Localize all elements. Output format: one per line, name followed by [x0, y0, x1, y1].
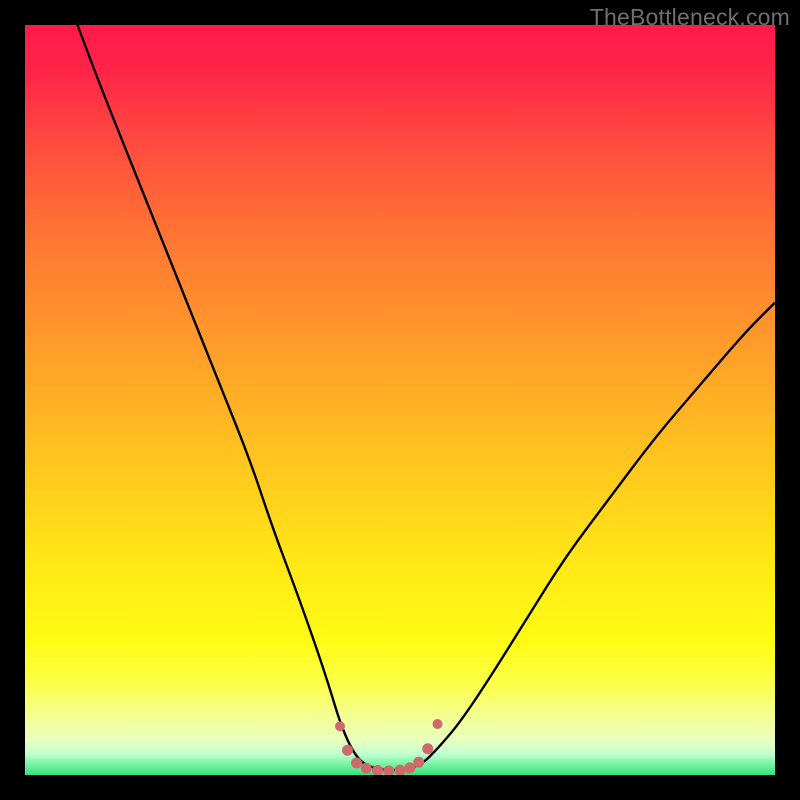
outer-frame: TheBottleneck.com	[0, 0, 800, 800]
optimal-marker	[335, 721, 345, 731]
optimal-marker	[422, 743, 433, 754]
optimal-marker	[383, 765, 394, 775]
optimal-marker	[395, 765, 406, 775]
optimal-zone-markers	[335, 719, 443, 775]
optimal-marker	[433, 719, 443, 729]
bottleneck-curve-path	[78, 25, 776, 770]
chart-curve	[25, 25, 775, 775]
optimal-marker	[361, 763, 372, 774]
optimal-marker	[342, 745, 353, 756]
plot-area	[25, 25, 775, 775]
watermark-text: TheBottleneck.com	[590, 4, 790, 31]
optimal-marker	[413, 757, 424, 768]
optimal-marker	[351, 758, 362, 769]
